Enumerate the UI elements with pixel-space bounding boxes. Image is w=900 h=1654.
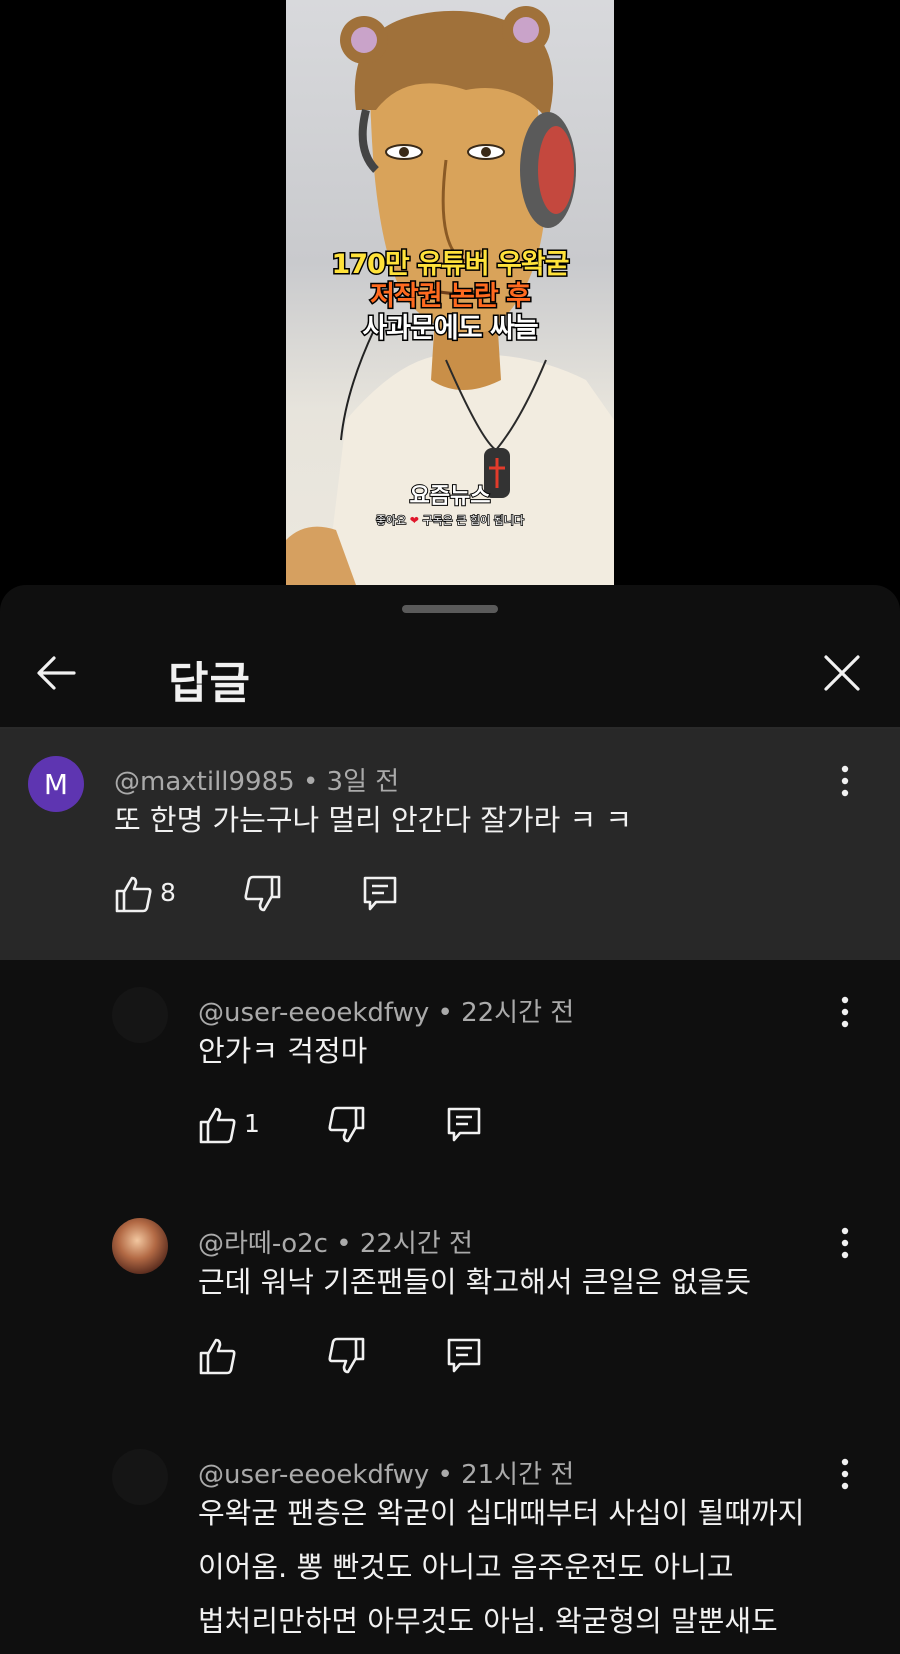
replies-panel: 답글 M @maxtill9985 • 3일 전 또 한명 가는구나 멀리 안간… xyxy=(0,585,900,1654)
video-frame[interactable]: 170만 유튜버 우왁굳 저작권 논란 후 사과문에도 싸늘 요즘뉴스 좋아요 … xyxy=(286,0,614,585)
comment-actions xyxy=(198,1336,498,1386)
dislike-icon[interactable] xyxy=(326,1336,366,1376)
more-options-icon[interactable] xyxy=(830,761,860,801)
drag-handle[interactable] xyxy=(402,605,498,613)
heart-icon: ❤ xyxy=(409,514,419,527)
page-title: 답글 xyxy=(168,658,251,709)
comment-actions: 1 xyxy=(198,1105,498,1155)
close-icon[interactable] xyxy=(818,649,866,697)
tagline-text-before: 좋아요 xyxy=(375,513,407,528)
video-area[interactable]: 170만 유튜버 우왁굳 저작권 논란 후 사과문에도 싸늘 요즘뉴스 좋아요 … xyxy=(0,0,900,590)
dislike-icon[interactable] xyxy=(326,1105,366,1145)
dislike-icon[interactable] xyxy=(242,874,282,914)
more-options-icon[interactable] xyxy=(830,1454,860,1494)
avatar[interactable] xyxy=(112,1449,168,1505)
replies-header: 답글 xyxy=(0,625,900,721)
comment-actions: 8 xyxy=(114,874,414,924)
reply-item: @라떼-o2c • 22시간 전 근데 워낙 기존팬들이 확고해서 큰일은 없을… xyxy=(0,1191,900,1422)
reply-item: @user-eeoekdfwy • 21시간 전 우왁굳 팬층은 왁굳이 십대때… xyxy=(0,1422,900,1654)
more-options-icon[interactable] xyxy=(830,992,860,1032)
avatar[interactable] xyxy=(112,987,168,1043)
like-icon[interactable] xyxy=(198,1336,238,1376)
like-icon[interactable] xyxy=(114,874,154,914)
reply-item: @user-eeoekdfwy • 22시간 전 안가ㅋ 걱정마 1 xyxy=(0,960,900,1191)
more-options-icon[interactable] xyxy=(830,1223,860,1263)
reply-icon[interactable] xyxy=(360,874,400,914)
avatar[interactable]: M xyxy=(28,756,84,812)
comment-text: 안가ㅋ 걱정마 xyxy=(198,1034,368,1068)
comment-text: 근데 워낙 기존팬들이 확고해서 큰일은 없을듯 xyxy=(198,1265,752,1299)
like-icon[interactable] xyxy=(198,1105,238,1145)
channel-watermark: 요즘뉴스 xyxy=(409,483,492,510)
like-count: 8 xyxy=(160,878,176,907)
comment-text-line: 이어옴. 뽕 빤것도 아니고 음주운전도 아니고 xyxy=(198,1550,734,1584)
comment-time: • 22시간 전 xyxy=(437,998,575,1028)
comment-text: 또 한명 가는구나 멀리 안간다 잘가라 ㅋ ㅋ xyxy=(114,803,633,837)
comment-text-line: 법처리만하면 아무것도 아님. 왁굳형의 말뿐새도 xyxy=(198,1604,778,1638)
comment-text-line: 우왁굳 팬층은 왁굳이 십대때부터 사십이 될때까지 xyxy=(198,1496,805,1530)
parent-comment: M @maxtill9985 • 3일 전 또 한명 가는구나 멀리 안간다 잘… xyxy=(0,729,900,960)
tagline-text-after: 구독은 큰 힘이 됩니다 xyxy=(422,513,525,528)
avatar[interactable] xyxy=(112,1218,168,1274)
arrow-left-icon[interactable] xyxy=(32,649,80,697)
like-count: 1 xyxy=(244,1109,260,1138)
reply-icon[interactable] xyxy=(444,1336,484,1376)
reply-icon[interactable] xyxy=(444,1105,484,1145)
video-tagline: 좋아요 ❤ 구독은 큰 힘이 됩니다 xyxy=(286,512,614,528)
video-caption-line3: 사과문에도 싸늘 xyxy=(361,312,540,346)
